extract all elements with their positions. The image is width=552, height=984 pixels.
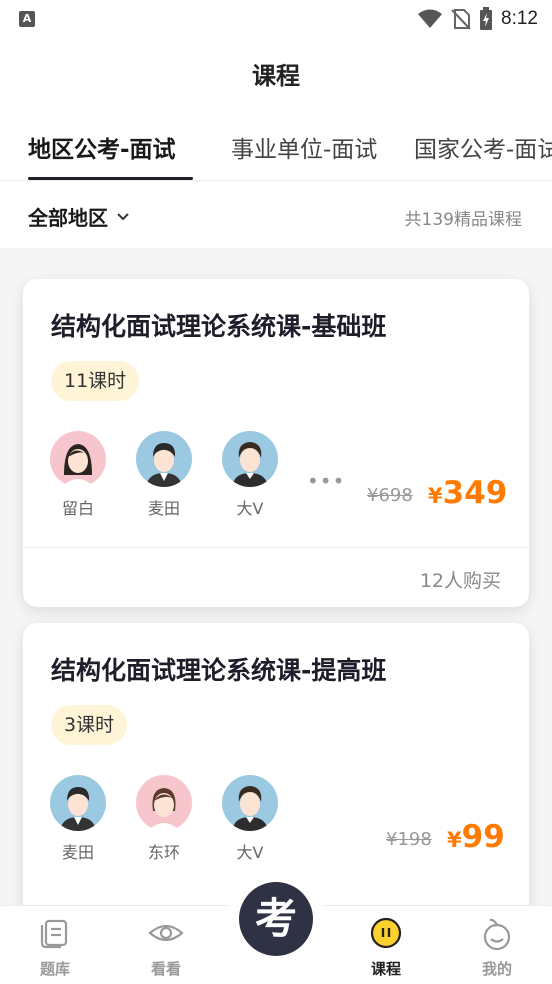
original-price: ¥698 — [367, 485, 413, 506]
tab-national-interview[interactable]: 国家公考-面试 — [414, 130, 552, 164]
teacher-name: 麦田 — [147, 499, 180, 518]
teacher[interactable]: 大V — [222, 431, 278, 519]
course-title: 结构化面试理论系统课-提高班 — [51, 656, 387, 685]
nav-courses[interactable]: 课程 — [331, 906, 441, 984]
female-avatar — [136, 775, 192, 831]
more-teachers-icon[interactable]: ••• — [307, 469, 345, 493]
teacher[interactable]: 麦田 — [50, 775, 106, 863]
active-tab-indicator — [28, 177, 193, 180]
buyer-count: 12人购买 — [419, 570, 501, 592]
nav-profile[interactable]: 我的 — [442, 906, 552, 984]
current-price: ¥99 — [447, 819, 505, 855]
female-avatar — [50, 431, 106, 487]
category-tabs: 地区公考-面试 事业单位-面试 国家公考-面试 — [0, 110, 552, 181]
male-avatar — [50, 775, 106, 831]
teacher-name: 大V — [236, 843, 264, 862]
teacher[interactable]: 东环 — [136, 775, 192, 863]
lesson-count-badge: 3课时 — [51, 705, 128, 745]
course-icon — [370, 917, 402, 949]
teacher[interactable]: 留白 — [50, 431, 106, 519]
eye-icon — [148, 924, 184, 942]
divider — [23, 547, 529, 548]
filter-bar: 全部地区 共139精品课程 — [0, 181, 552, 248]
teacher-name: 麦田 — [61, 843, 94, 862]
male-avatar — [136, 431, 192, 487]
nav-label: 课程 — [370, 960, 401, 978]
nav-watch[interactable]: 看看 — [111, 906, 221, 984]
chevron-down-icon — [117, 212, 129, 220]
male-avatar — [222, 431, 278, 487]
exam-center-button[interactable]: 考 — [239, 882, 313, 956]
clock: 8:12 — [501, 8, 538, 29]
profile-icon — [483, 918, 511, 951]
teacher-name: 大V — [236, 499, 264, 518]
price-value: 99 — [461, 819, 505, 855]
nav-label: 看看 — [150, 960, 181, 978]
nav-label: 我的 — [481, 960, 512, 978]
status-icons: 8:12 — [417, 6, 538, 32]
tab-regional-interview[interactable]: 地区公考-面试 — [28, 130, 176, 164]
question-bank-icon — [40, 919, 68, 949]
app-notification-icon: A — [19, 11, 35, 27]
nav-label: 题库 — [39, 960, 70, 978]
teacher-name: 东环 — [147, 843, 180, 862]
region-dropdown-label: 全部地区 — [28, 206, 108, 230]
teacher[interactable]: 大V — [222, 775, 278, 863]
lesson-count-badge: 11课时 — [51, 361, 140, 401]
tab-institution-interview[interactable]: 事业单位-面试 — [231, 130, 377, 164]
currency-symbol: ¥ — [428, 484, 443, 508]
teacher[interactable]: 麦田 — [136, 431, 192, 519]
original-price: ¥198 — [386, 829, 432, 850]
wifi-icon — [418, 9, 443, 28]
male-avatar — [222, 775, 278, 831]
nav-question-bank[interactable]: 题库 — [0, 906, 110, 984]
course-count: 共139精品课程 — [404, 210, 522, 230]
teacher-name: 留白 — [61, 499, 94, 518]
price-value: 349 — [442, 475, 508, 511]
page-title: 课程 — [252, 62, 300, 90]
course-title: 结构化面试理论系统课-基础班 — [51, 312, 387, 341]
battery-charging-icon — [480, 7, 493, 30]
status-bar: A 8:12 — [0, 0, 552, 38]
region-dropdown[interactable]: 全部地区 — [28, 202, 130, 231]
currency-symbol: ¥ — [447, 828, 462, 852]
header: 课程 — [0, 38, 552, 110]
no-sim-icon — [451, 9, 471, 30]
current-price: ¥349 — [428, 475, 507, 511]
course-card[interactable]: 结构化面试理论系统课-基础班 11课时 留白 麦田 大V ••• ¥698 ¥3… — [23, 279, 529, 607]
